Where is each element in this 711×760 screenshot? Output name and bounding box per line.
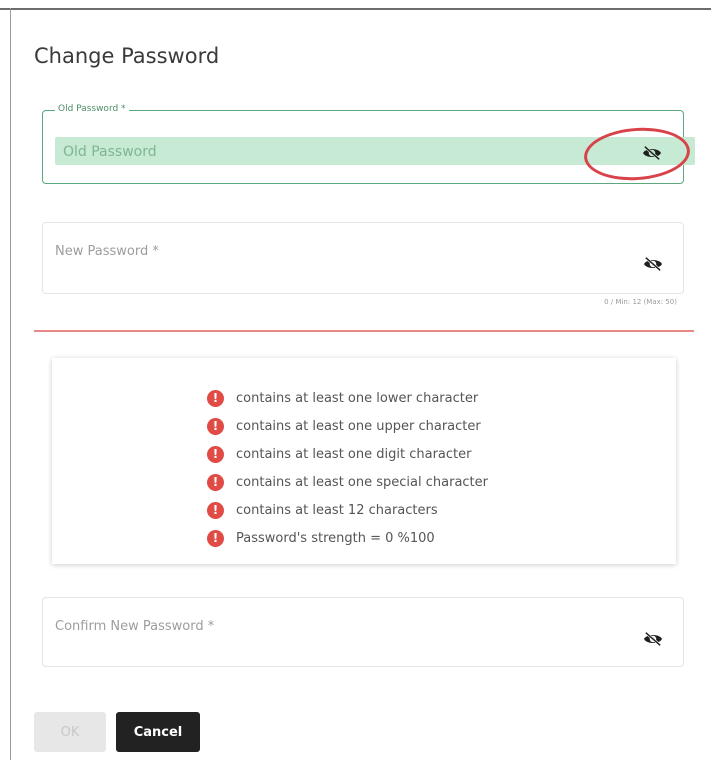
ok-button[interactable]: OK: [34, 712, 106, 752]
new-password-placeholder: New Password *: [55, 244, 159, 259]
confirm-password-placeholder: Confirm New Password *: [55, 619, 215, 634]
requirements-list: ! contains at least one lower character …: [207, 384, 488, 552]
old-password-label: Old Password *: [55, 104, 129, 114]
requirement-item: ! contains at least one special characte…: [207, 468, 488, 496]
error-icon: !: [207, 417, 224, 435]
requirement-text: contains at least one special character: [236, 474, 489, 490]
eye-off-icon[interactable]: [641, 629, 665, 649]
confirm-password-field[interactable]: Confirm New Password *: [42, 597, 684, 667]
cancel-button[interactable]: Cancel: [116, 712, 200, 752]
error-underline: [34, 330, 694, 332]
requirement-text: contains at least one lower character: [236, 390, 479, 406]
dialog-left-border: [10, 8, 11, 760]
error-icon: !: [207, 473, 224, 491]
requirement-item: ! contains at least one upper character: [207, 412, 488, 440]
password-requirements-panel: ! contains at least one lower character …: [52, 358, 676, 564]
eye-off-icon[interactable]: [641, 254, 665, 274]
requirement-item: ! contains at least one lower character: [207, 384, 488, 412]
requirement-text: Password's strength = 0 %100: [236, 530, 435, 546]
new-password-field[interactable]: New Password *: [42, 222, 684, 294]
requirement-item: ! contains at least 12 characters: [207, 496, 488, 524]
error-icon: !: [207, 529, 224, 547]
requirement-text: contains at least 12 characters: [236, 502, 438, 518]
error-icon: !: [207, 501, 224, 519]
requirement-text: contains at least one upper character: [236, 418, 481, 434]
dialog-title: Change Password: [34, 44, 220, 68]
requirement-item: ! contains at least one digit character: [207, 440, 488, 468]
old-password-placeholder: Old Password: [63, 144, 157, 160]
requirement-text: contains at least one digit character: [236, 446, 472, 462]
dialog-top-border: [0, 8, 711, 10]
error-icon: !: [207, 389, 224, 407]
error-icon: !: [207, 445, 224, 463]
new-password-counter: 0 / Min: 12 (Max: 50): [604, 298, 677, 306]
requirement-item: ! Password's strength = 0 %100: [207, 524, 488, 552]
